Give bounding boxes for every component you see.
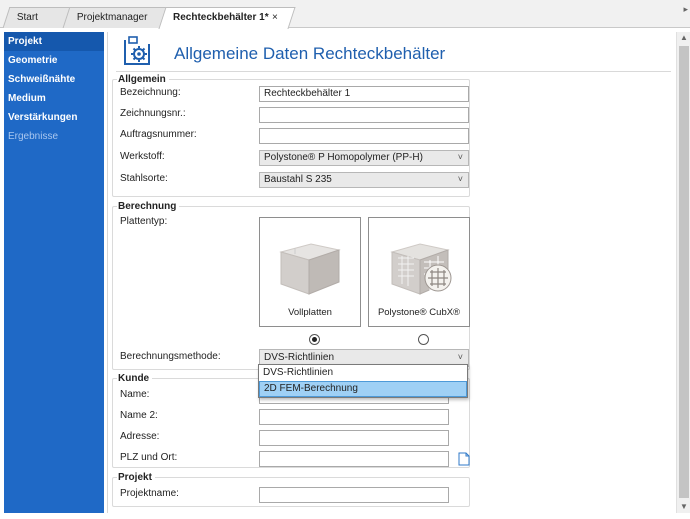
plattentyp-option-vollplatten[interactable]: Vollplatten [259,217,361,327]
auftragsnummer-label: Auftragsnummer: [120,129,197,140]
projektname-label: Projektname: [120,488,179,499]
tab-close-icon[interactable]: × [272,8,278,28]
scroll-up-icon[interactable]: ▲ [677,32,690,44]
plattentyp-label: Plattentyp: [120,216,168,227]
page-title: Allgemeine Daten Rechteckbehälter [174,44,446,63]
chevron-down-icon: ˅ [457,152,463,162]
tab-rechteckbehaelter[interactable]: Rechteckbehälter 1* × [158,7,296,29]
tab-overflow-icon[interactable]: ▸ [683,4,688,15]
name2-label: Name 2: [120,410,158,421]
sidebar-item-medium[interactable]: Medium [4,89,104,108]
radio-selected-dot [312,337,317,342]
main-panel: Allgemeine Daten Rechteckbehälter Allgem… [107,32,676,513]
stahlsorte-value: Baustahl S 235 [264,174,332,185]
scroll-down-icon[interactable]: ▼ [677,501,690,513]
bezeichnung-label: Bezeichnung: [120,87,181,98]
dropdown-option-fem[interactable]: 2D FEM-Berechnung [259,381,467,397]
zeichnungsnr-input[interactable] [259,107,469,123]
plz-ort-input[interactable] [259,451,449,467]
werkstoff-label: Werkstoff: [120,151,165,162]
scrollbar-thumb[interactable] [679,46,689,498]
name2-input[interactable] [259,409,449,425]
group-allgemein: Allgemein Bezeichnung: Rechteckbehälter … [112,74,470,197]
sidebar-item-projekt[interactable]: Projekt [4,32,104,51]
tab-projektmanager-label: Projektmanager [76,12,148,23]
auftragsnummer-input[interactable] [259,128,469,144]
werkstoff-value: Polystone® P Homopolymer (PP-H) [264,152,423,163]
adresse-label: Adresse: [120,431,160,442]
vollplatten-box-image [279,243,341,295]
radio-cubx[interactable] [418,334,429,345]
berechnungsmethode-label: Berechnungsmethode: [120,351,221,362]
cubx-box-image [390,243,452,295]
berechnungsmethode-dropdown-list: DVS-Richtlinien 2D FEM-Berechnung [258,364,468,398]
projektname-input[interactable] [259,487,449,503]
page-header: Allgemeine Daten Rechteckbehälter [116,32,671,72]
sidebar: Projekt Geometrie Schweißnähte Medium Ve… [4,32,104,513]
zeichnungsnr-label: Zeichnungsnr.: [120,108,186,119]
werkstoff-select[interactable]: Polystone® P Homopolymer (PP-H) ˅ [259,150,469,166]
container-gear-icon [124,36,150,65]
group-allgemein-title: Allgemein [117,74,169,85]
cubx-caption: Polystone® CubX® [377,307,461,318]
plattentyp-option-cubx[interactable]: Polystone® CubX® [368,217,470,327]
stahlsorte-label: Stahlsorte: [120,173,168,184]
tab-projektmanager[interactable]: Projektmanager [62,7,170,28]
sidebar-item-geometrie[interactable]: Geometrie [4,51,104,70]
berechnungsmethode-value: DVS-Richtlinien [264,352,335,363]
dropdown-option-dvs[interactable]: DVS-Richtlinien [259,365,467,381]
stahlsorte-select[interactable]: Baustahl S 235 ˅ [259,172,469,188]
group-projekt: Projekt Projektname: [112,472,470,507]
vertical-scrollbar[interactable]: ▲ ▼ [676,32,690,513]
tab-start[interactable]: Start [2,7,72,28]
bezeichnung-input[interactable]: Rechteckbehälter 1 [259,86,469,102]
plz-ort-label: PLZ und Ort: [120,452,178,463]
sidebar-item-ergebnisse[interactable]: Ergebnisse [4,127,104,146]
group-berechnung: Berechnung Plattentyp: Vollplatten Polys… [112,201,470,370]
tab-rechteckbehaelter-label: Rechteckbehälter 1* [173,12,269,23]
document-icon[interactable] [458,452,470,466]
group-berechnung-title: Berechnung [117,201,180,212]
tab-start-label: Start [16,12,38,23]
sidebar-item-verstaerkungen[interactable]: Verstärkungen [4,108,104,127]
radio-vollplatten[interactable] [309,334,320,345]
chevron-down-icon: ˅ [457,352,463,362]
chevron-down-icon: ˅ [457,174,463,184]
sidebar-item-schweissnaehte[interactable]: Schweißnähte [4,70,104,89]
adresse-input[interactable] [259,430,449,446]
group-kunde-title: Kunde [117,373,153,384]
name-label: Name: [120,389,150,400]
vollplatten-caption: Vollplatten [288,307,332,318]
group-projekt-title: Projekt [117,472,155,483]
tab-strip: Start Projektmanager Rechteckbehälter 1*… [0,0,690,29]
